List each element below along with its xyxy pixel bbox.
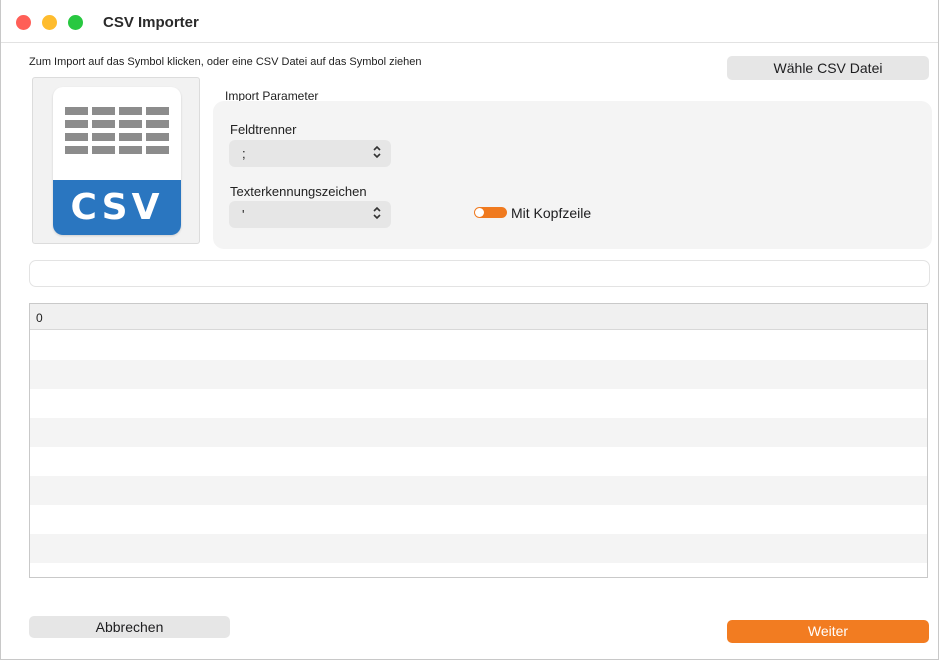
- table-row: [30, 389, 927, 418]
- import-instruction: Zum Import auf das Symbol klicken, oder …: [29, 56, 422, 68]
- table-row: [30, 447, 927, 476]
- toggle-knob: [475, 208, 484, 217]
- table-header: 0: [30, 304, 927, 330]
- choose-csv-file-button[interactable]: Wähle CSV Datei: [727, 56, 929, 80]
- chevron-updown-icon: [372, 145, 382, 162]
- spreadsheet-grid-icon: [65, 107, 169, 159]
- minimize-window-button[interactable]: [42, 15, 57, 30]
- table-row: [30, 476, 927, 505]
- cancel-button[interactable]: Abbrechen: [29, 616, 230, 638]
- column-header[interactable]: 0: [36, 311, 43, 325]
- table-row: [30, 360, 927, 389]
- table-row: [30, 418, 927, 447]
- table-row: [30, 534, 927, 563]
- delimiter-value: ;: [242, 146, 246, 161]
- zoom-window-button[interactable]: [68, 15, 83, 30]
- header-row-toggle-label: Mit Kopfzeile: [511, 205, 592, 221]
- delimiter-select[interactable]: ;: [229, 140, 391, 167]
- text-qualifier-value: ': [242, 207, 245, 222]
- text-qualifier-select[interactable]: ': [229, 201, 391, 228]
- csv-drop-target[interactable]: CSV: [32, 77, 200, 244]
- csv-icon-label: CSV: [53, 180, 181, 235]
- importer-window: CSV Importer Zum Import auf das Symbol k…: [0, 0, 939, 660]
- next-button[interactable]: Weiter: [727, 620, 929, 643]
- csv-file-icon[interactable]: CSV: [53, 87, 181, 235]
- close-window-button[interactable]: [16, 15, 31, 30]
- text-qualifier-label: Texterkennungszeichen: [230, 184, 367, 199]
- preview-table[interactable]: 0: [29, 303, 928, 578]
- title-bar: CSV Importer: [1, 0, 938, 43]
- chevron-updown-icon: [372, 206, 382, 223]
- delimiter-label: Feldtrenner: [230, 122, 297, 137]
- window-title: CSV Importer: [103, 14, 199, 31]
- table-row: [30, 505, 927, 534]
- file-path-field[interactable]: [29, 260, 930, 287]
- table-row: [30, 331, 927, 360]
- header-row-toggle[interactable]: [474, 207, 507, 218]
